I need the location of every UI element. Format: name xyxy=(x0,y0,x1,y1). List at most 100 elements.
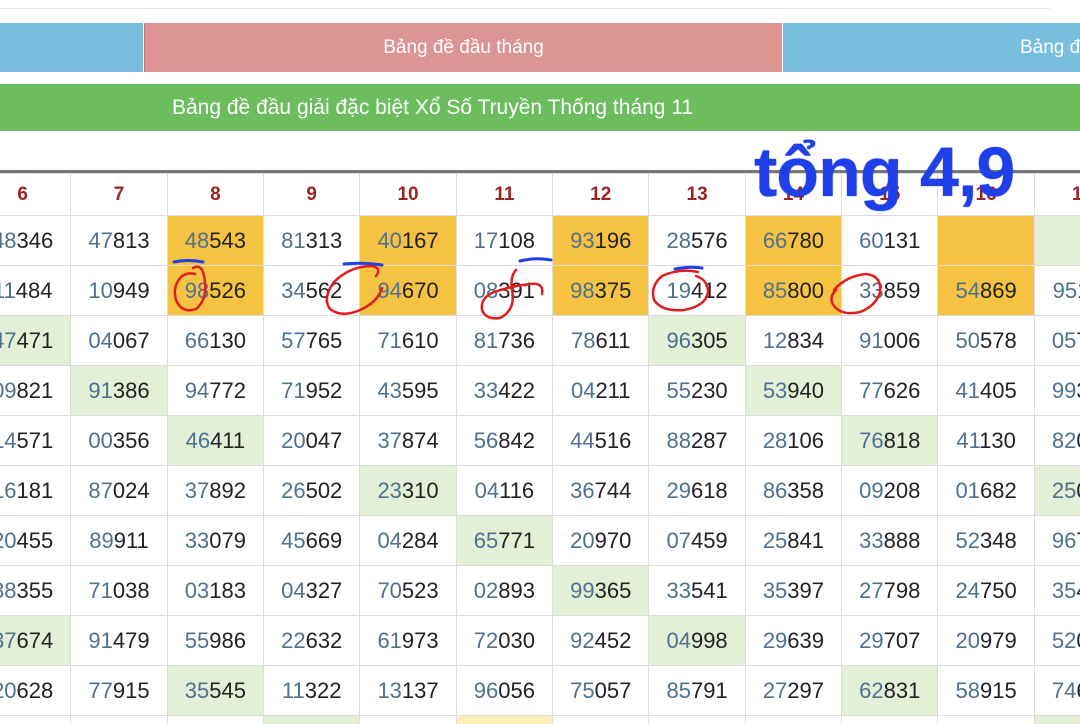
result-cell xyxy=(744,715,843,724)
result-cell: 03183 xyxy=(166,565,265,616)
result-suffix: 313 xyxy=(305,227,343,253)
result-prefix: 48 xyxy=(0,227,17,253)
result-suffix: 310 xyxy=(401,477,439,503)
result-cell xyxy=(0,715,72,724)
result-prefix: 91 xyxy=(859,327,884,353)
result-suffix: 639 xyxy=(1076,678,1080,703)
result-suffix: 736 xyxy=(498,327,535,353)
result-prefix: 25 xyxy=(762,527,788,553)
result-suffix: 422 xyxy=(498,377,535,403)
result-suffix: 771 xyxy=(498,527,535,553)
result-cell: 04067 xyxy=(70,315,168,366)
result-cell: 26502 xyxy=(263,465,361,516)
result-prefix: 71 xyxy=(88,577,113,603)
result-prefix: 74 xyxy=(1051,677,1077,703)
tab-left[interactable] xyxy=(0,23,143,72)
result-prefix: 96 xyxy=(666,327,691,353)
result-cell: 22632 xyxy=(263,615,361,666)
result-cell: 56842 xyxy=(455,415,554,466)
result-suffix: 391 xyxy=(498,277,535,303)
day-header: 7 xyxy=(70,173,168,216)
result-cell: 71952 xyxy=(263,365,361,416)
result-cell xyxy=(937,715,1035,724)
result-cell: 52348 xyxy=(937,515,1035,566)
result-prefix: 27 xyxy=(762,677,788,703)
result-cell: 94670 xyxy=(359,265,457,316)
result-prefix: 02 xyxy=(473,577,499,603)
result-prefix: 98 xyxy=(184,277,210,303)
result-cell: 88287 xyxy=(648,415,746,466)
result-suffix: 130 xyxy=(979,427,1016,453)
result-prefix: 93 xyxy=(570,227,595,253)
result-cell: 74639 xyxy=(1033,665,1080,716)
result-prefix: 12 xyxy=(762,327,788,353)
result-prefix: 77 xyxy=(88,677,113,703)
result-suffix: 471 xyxy=(16,327,54,353)
tab-monthly-head-table[interactable]: Bảng đề đầu tháng xyxy=(144,23,782,72)
result-cell: 28106 xyxy=(744,415,843,466)
result-cell: 81736 xyxy=(455,315,554,366)
result-cell: 86358 xyxy=(744,465,843,516)
result-cell: 96056 xyxy=(455,665,554,716)
result-prefix: 28 xyxy=(762,427,788,453)
result-cell: 11322 xyxy=(263,665,361,716)
result-prefix: 00 xyxy=(88,427,113,453)
result-suffix: 979 xyxy=(979,627,1017,653)
result-prefix: 17 xyxy=(473,227,499,253)
result-suffix: 196 xyxy=(594,227,632,253)
result-cell: 24750 xyxy=(937,565,1035,616)
result-cell: 65771 xyxy=(455,515,554,566)
result-suffix: 545 xyxy=(209,677,246,703)
result-suffix: 915 xyxy=(979,677,1017,703)
result-prefix: 41 xyxy=(955,377,980,403)
result-cell: 17108 xyxy=(455,215,554,266)
result-prefix: 52 xyxy=(1051,627,1077,653)
table-row: 0982191386947727195243595334220421155230… xyxy=(0,365,1080,416)
result-prefix: 07 xyxy=(666,527,691,553)
result-suffix: 375 xyxy=(594,277,632,303)
result-cell: 93196 xyxy=(552,215,650,266)
result-prefix: 19 xyxy=(666,277,691,303)
result-prefix: 75 xyxy=(570,677,595,703)
result-cell: 47813 xyxy=(70,215,168,266)
result-cell: 29618 xyxy=(648,465,746,516)
result-cell: 35545 xyxy=(166,665,265,716)
result-suffix: 798 xyxy=(883,577,921,603)
result-prefix: 33 xyxy=(473,377,499,403)
result-suffix: 386 xyxy=(112,377,150,403)
result-suffix: 355 xyxy=(16,577,54,603)
result-suffix: 408 xyxy=(1076,578,1080,603)
result-prefix: 24 xyxy=(955,577,980,603)
result-suffix: 639 xyxy=(787,627,825,653)
result-suffix: 973 xyxy=(401,627,439,653)
result-prefix: 37 xyxy=(0,627,17,653)
result-suffix: 813 xyxy=(112,227,150,253)
result-suffix: 543 xyxy=(209,227,246,253)
result-suffix: 297 xyxy=(787,677,825,703)
result-prefix: 20 xyxy=(955,627,980,653)
result-prefix: 91 xyxy=(88,627,113,653)
result-prefix: 20 xyxy=(570,527,595,553)
result-suffix: 571 xyxy=(16,427,54,453)
result-prefix: 55 xyxy=(666,377,691,403)
result-suffix: 772 xyxy=(209,377,246,403)
tab-right[interactable]: Bảng đ xyxy=(783,23,1080,72)
result-cell: 72030 xyxy=(455,615,554,666)
result-suffix: 842 xyxy=(498,427,535,453)
result-cell: 07459 xyxy=(648,515,746,566)
result-suffix: 776 xyxy=(1076,328,1080,353)
result-suffix: 595 xyxy=(401,377,439,403)
result-prefix: 47 xyxy=(0,327,17,353)
result-suffix: 116 xyxy=(499,477,535,503)
result-suffix: 024 xyxy=(112,477,150,503)
result-cell: 05776 xyxy=(1033,315,1080,366)
result-suffix: 230 xyxy=(690,377,728,403)
result-cell: 91006 xyxy=(841,315,939,366)
result-suffix: 167 xyxy=(401,227,439,253)
result-cell: 33541 xyxy=(648,565,746,616)
result-prefix: 20 xyxy=(0,527,17,553)
result-cell: 55986 xyxy=(166,615,265,666)
result-prefix: 78 xyxy=(570,327,596,353)
result-prefix: 76 xyxy=(859,427,884,453)
result-prefix: 99 xyxy=(570,577,595,603)
